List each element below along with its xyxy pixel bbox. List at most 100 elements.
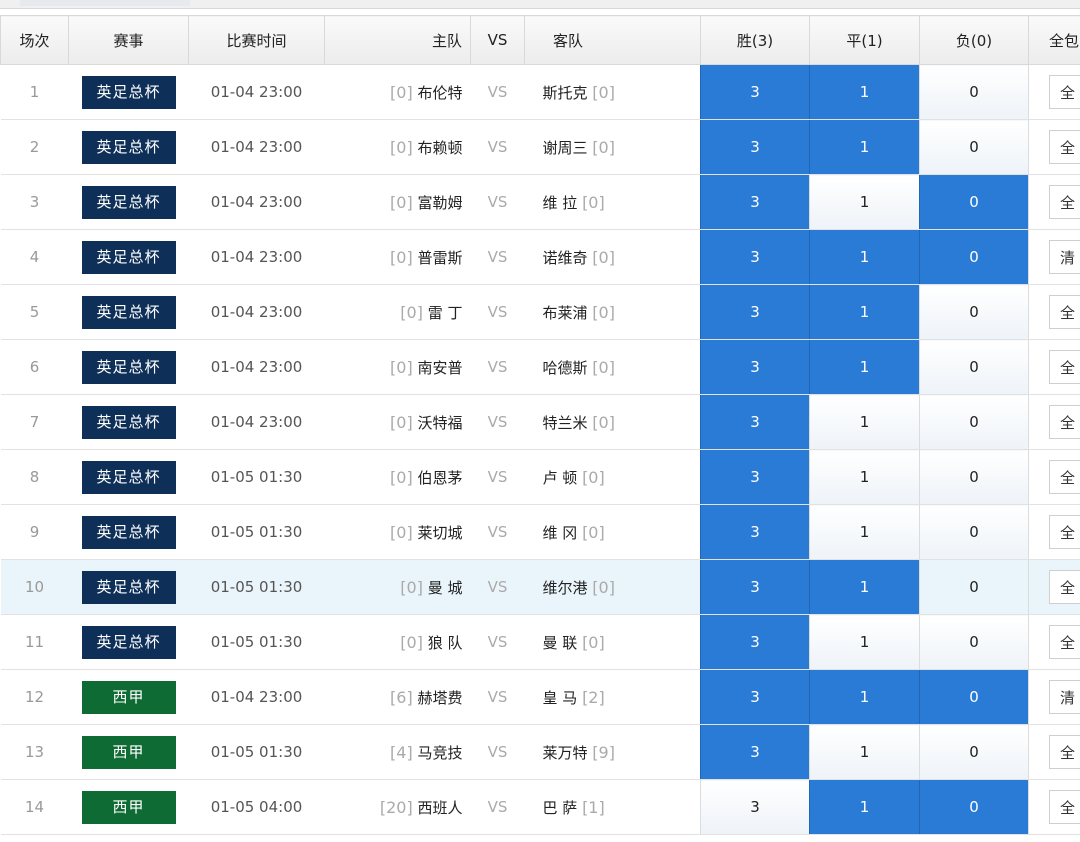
select-all-button[interactable]: 全 bbox=[1049, 460, 1080, 494]
draw-option[interactable]: 1 bbox=[809, 284, 920, 340]
select-all-button[interactable]: 全 bbox=[1049, 570, 1080, 604]
home-team-cell: [0] 狼 队 bbox=[324, 614, 471, 670]
league-cell: 英足总杯 bbox=[68, 559, 189, 615]
all-cell: 全 bbox=[1028, 394, 1080, 450]
match-time: 01-05 01:30 bbox=[188, 449, 325, 505]
all-cell: 全 bbox=[1028, 559, 1080, 615]
win-option[interactable]: 3 bbox=[700, 559, 810, 615]
win-option[interactable]: 3 bbox=[700, 504, 810, 560]
league-badge[interactable]: 英足总杯 bbox=[81, 625, 176, 659]
league-badge[interactable]: 英足总杯 bbox=[81, 405, 176, 439]
select-all-button[interactable]: 全 bbox=[1049, 75, 1080, 109]
lose-option[interactable]: 0 bbox=[919, 339, 1029, 395]
draw-option[interactable]: 1 bbox=[809, 119, 920, 175]
select-all-button[interactable]: 全 bbox=[1049, 350, 1080, 384]
select-all-button[interactable]: 全 bbox=[1049, 185, 1080, 219]
draw-option[interactable]: 1 bbox=[809, 724, 920, 780]
home-rank: [6] bbox=[390, 687, 413, 707]
select-all-button[interactable]: 全 bbox=[1049, 515, 1080, 549]
select-all-button[interactable]: 全 bbox=[1049, 790, 1080, 824]
lose-option[interactable]: 0 bbox=[919, 394, 1029, 450]
away-team-cell: 布莱浦 [0] bbox=[524, 284, 701, 340]
table-row: 6 英足总杯 01-04 23:00 [0] 南安普 VS 哈德斯 [0] 3 1 0 全 bbox=[0, 339, 1080, 395]
away-rank: [0] bbox=[582, 522, 605, 542]
draw-option[interactable]: 1 bbox=[809, 229, 920, 285]
win-option[interactable]: 3 bbox=[700, 394, 810, 450]
win-option[interactable]: 3 bbox=[700, 64, 810, 120]
draw-option[interactable]: 1 bbox=[809, 669, 920, 725]
win-option[interactable]: 3 bbox=[700, 339, 810, 395]
lose-option[interactable]: 0 bbox=[919, 669, 1029, 725]
lose-option[interactable]: 0 bbox=[919, 724, 1029, 780]
draw-option[interactable]: 1 bbox=[809, 614, 920, 670]
league-badge[interactable]: 英足总杯 bbox=[81, 350, 176, 384]
header-all: 全包 bbox=[1028, 15, 1080, 65]
select-all-button[interactable]: 清 bbox=[1049, 680, 1080, 714]
win-option[interactable]: 3 bbox=[700, 174, 810, 230]
vs-label: VS bbox=[470, 614, 525, 670]
lose-option[interactable]: 0 bbox=[919, 559, 1029, 615]
lose-option[interactable]: 0 bbox=[919, 64, 1029, 120]
all-cell: 全 bbox=[1028, 284, 1080, 340]
draw-option[interactable]: 1 bbox=[809, 174, 920, 230]
draw-option[interactable]: 1 bbox=[809, 449, 920, 505]
win-option[interactable]: 3 bbox=[700, 229, 810, 285]
match-number: 7 bbox=[0, 394, 69, 450]
away-rank: [9] bbox=[592, 742, 615, 762]
league-badge[interactable]: 西甲 bbox=[81, 680, 176, 714]
lose-option[interactable]: 0 bbox=[919, 174, 1029, 230]
win-option[interactable]: 3 bbox=[700, 119, 810, 175]
win-option[interactable]: 3 bbox=[700, 669, 810, 725]
select-all-button[interactable]: 全 bbox=[1049, 130, 1080, 164]
draw-option[interactable]: 1 bbox=[809, 779, 920, 835]
league-badge[interactable]: 英足总杯 bbox=[81, 570, 176, 604]
league-badge[interactable]: 英足总杯 bbox=[81, 240, 176, 274]
match-time: 01-05 01:30 bbox=[188, 559, 325, 615]
select-all-button[interactable]: 全 bbox=[1049, 405, 1080, 439]
lose-option[interactable]: 0 bbox=[919, 614, 1029, 670]
all-cell: 全 bbox=[1028, 64, 1080, 120]
home-team-cell: [0] 南安普 bbox=[324, 339, 471, 395]
lose-option[interactable]: 0 bbox=[919, 229, 1029, 285]
lose-option[interactable]: 0 bbox=[919, 284, 1029, 340]
draw-option[interactable]: 1 bbox=[809, 394, 920, 450]
league-badge[interactable]: 英足总杯 bbox=[81, 185, 176, 219]
match-number: 6 bbox=[0, 339, 69, 395]
draw-option[interactable]: 1 bbox=[809, 339, 920, 395]
league-badge[interactable]: 英足总杯 bbox=[81, 75, 176, 109]
win-option[interactable]: 3 bbox=[700, 449, 810, 505]
lose-option[interactable]: 0 bbox=[919, 119, 1029, 175]
league-cell: 英足总杯 bbox=[68, 504, 189, 560]
lose-option[interactable]: 0 bbox=[919, 779, 1029, 835]
match-time: 01-05 01:30 bbox=[188, 724, 325, 780]
home-rank: [0] bbox=[390, 522, 413, 542]
league-badge[interactable]: 英足总杯 bbox=[81, 130, 176, 164]
header-time: 比赛时间 bbox=[188, 15, 325, 65]
home-rank: [0] bbox=[400, 632, 423, 652]
win-option[interactable]: 3 bbox=[700, 779, 810, 835]
away-rank: [2] bbox=[582, 687, 605, 707]
league-badge[interactable]: 西甲 bbox=[81, 790, 176, 824]
away-team-cell: 曼 联 [0] bbox=[524, 614, 701, 670]
win-option[interactable]: 3 bbox=[700, 284, 810, 340]
league-badge[interactable]: 英足总杯 bbox=[81, 515, 176, 549]
vs-label: VS bbox=[470, 779, 525, 835]
select-all-button[interactable]: 全 bbox=[1049, 295, 1080, 329]
match-number: 11 bbox=[0, 614, 69, 670]
lose-option[interactable]: 0 bbox=[919, 449, 1029, 505]
lose-option[interactable]: 0 bbox=[919, 504, 1029, 560]
win-option[interactable]: 3 bbox=[700, 614, 810, 670]
league-badge[interactable]: 英足总杯 bbox=[81, 460, 176, 494]
league-badge[interactable]: 西甲 bbox=[81, 735, 176, 769]
draw-option[interactable]: 1 bbox=[809, 64, 920, 120]
draw-option[interactable]: 1 bbox=[809, 559, 920, 615]
draw-option[interactable]: 1 bbox=[809, 504, 920, 560]
select-all-button[interactable]: 全 bbox=[1049, 625, 1080, 659]
select-all-button[interactable]: 全 bbox=[1049, 735, 1080, 769]
away-team-cell: 诺维奇 [0] bbox=[524, 229, 701, 285]
home-team-cell: [20] 西班人 bbox=[324, 779, 471, 835]
win-option[interactable]: 3 bbox=[700, 724, 810, 780]
league-badge[interactable]: 英足总杯 bbox=[81, 295, 176, 329]
away-rank: [0] bbox=[592, 247, 615, 267]
select-all-button[interactable]: 清 bbox=[1049, 240, 1080, 274]
